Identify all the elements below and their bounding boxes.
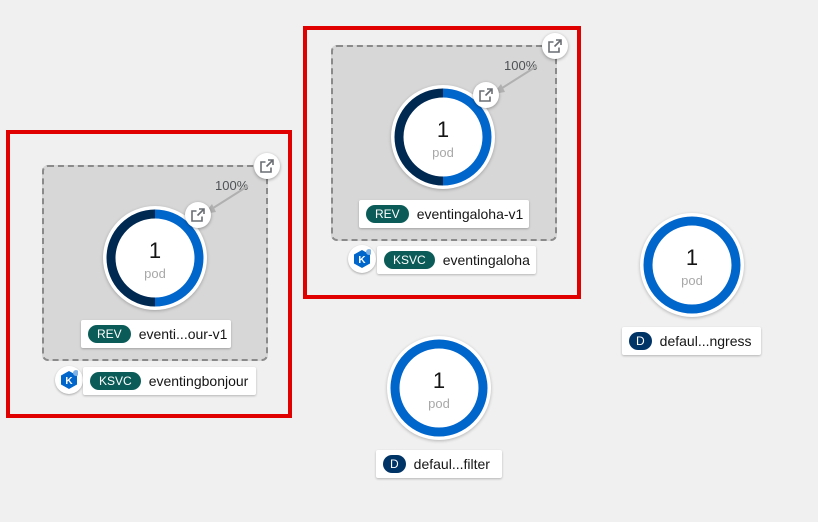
pod-count: 1 — [685, 245, 699, 270]
pod-count: 1 — [432, 368, 446, 393]
revision-label[interactable]: REV eventingaloha-v1 — [359, 200, 529, 228]
deployment-label[interactable]: D defaul...filter — [376, 450, 502, 478]
deployment-badge: D — [383, 455, 406, 473]
deployment-name: defaul...filter — [413, 456, 490, 472]
pod-count: 1 — [436, 117, 450, 142]
deployment-badge: D — [629, 332, 652, 350]
rev-badge: REV — [366, 205, 409, 223]
service-label[interactable]: KSVC eventingaloha — [377, 246, 536, 274]
revision-open-url-button[interactable] — [473, 82, 499, 108]
ksvc-badge: KSVC — [384, 251, 435, 269]
service-name: eventingaloha — [442, 252, 530, 268]
external-link-icon — [479, 88, 493, 102]
deployment-name: defaul...ngress — [659, 333, 752, 349]
revision-name: eventingaloha-v1 — [416, 206, 524, 222]
deployment-pod-ring[interactable]: 1 pod — [387, 336, 491, 440]
deployment-pod-ring[interactable]: 1 pod — [640, 213, 744, 317]
pod-label: pod — [681, 273, 703, 288]
deployment-label[interactable]: D defaul...ngress — [622, 327, 761, 355]
pod-label: pod — [432, 145, 454, 160]
knative-service-icon: K — [348, 245, 376, 273]
svg-text:K: K — [358, 255, 366, 266]
pod-label: pod — [428, 396, 450, 411]
